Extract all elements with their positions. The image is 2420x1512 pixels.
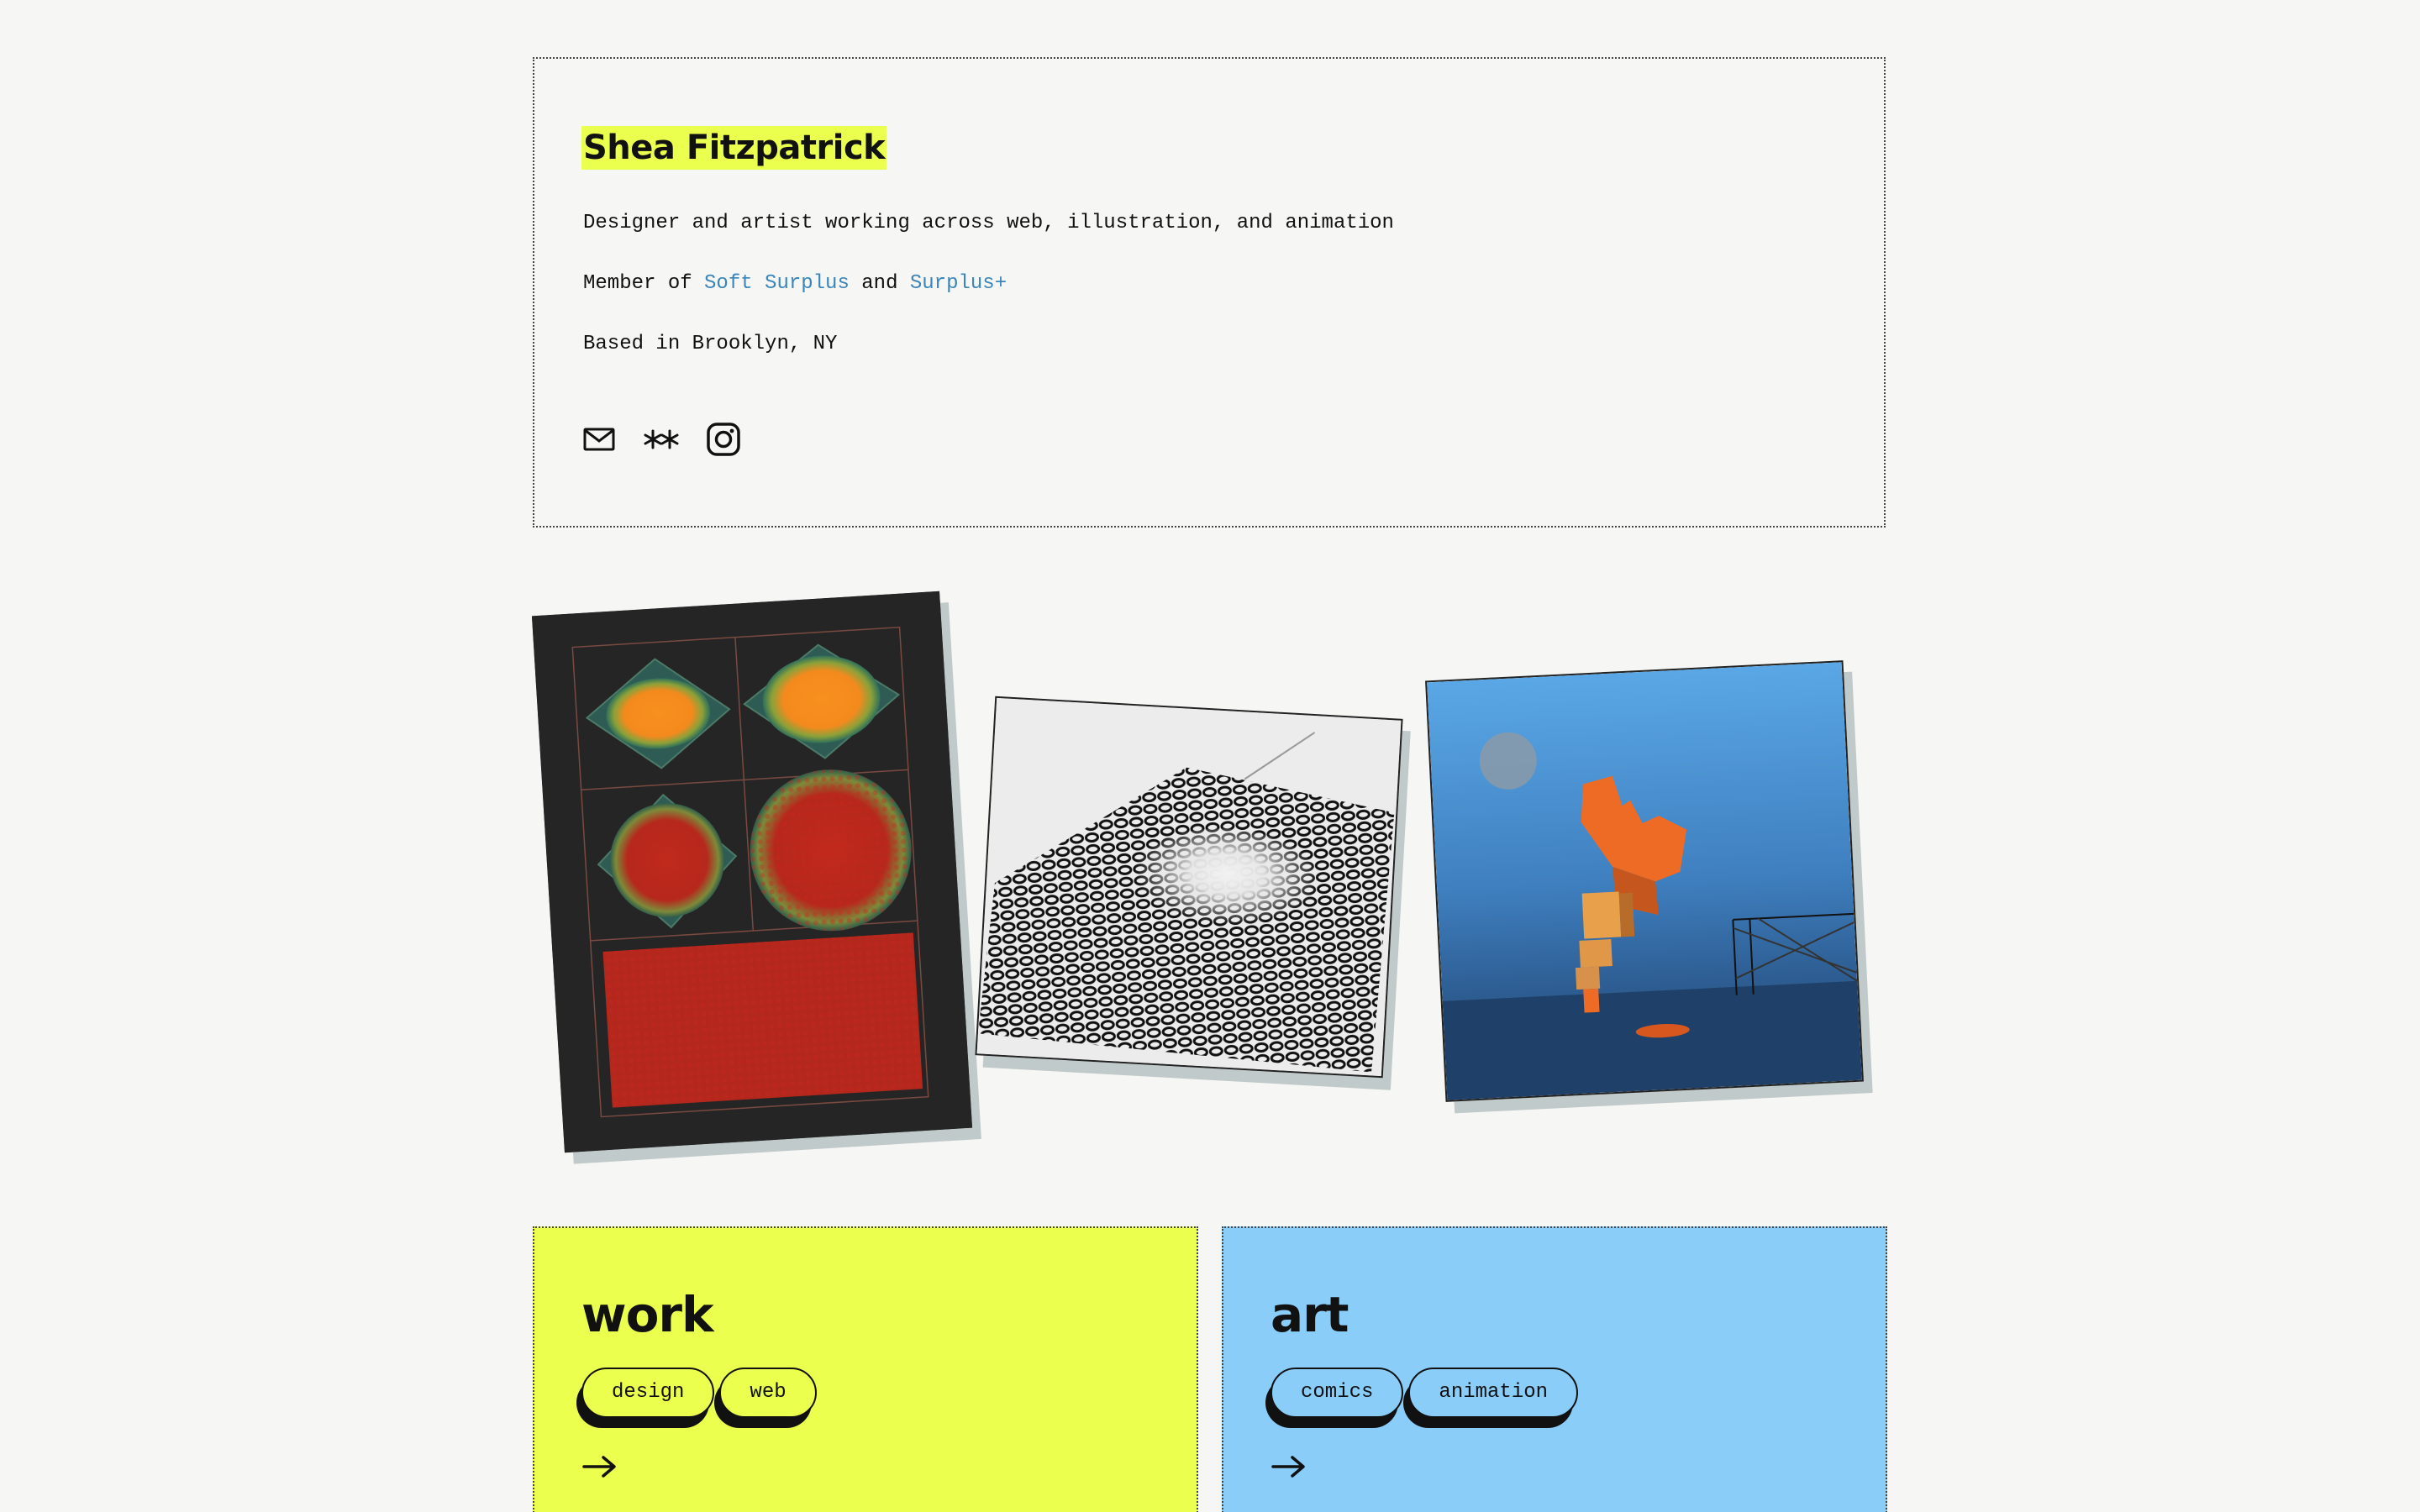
black-white-mesh-render-image[interactable] [975,696,1403,1079]
art-tags: comics animation [1270,1368,1579,1418]
soft-surplus-link[interactable]: Soft Surplus [704,272,850,295]
mail-icon[interactable] [581,422,617,457]
work-title: work [581,1286,714,1343]
tag-design[interactable]: design [581,1368,715,1418]
instagram-icon[interactable] [706,422,741,457]
tag-comics[interactable]: comics [1270,1368,1404,1418]
membership-line: Member of Soft Surplus and Surplus+ [583,270,1007,297]
asterisks-icon[interactable] [644,422,679,457]
art-title: art [1270,1286,1349,1343]
membership-prefix: Member of [583,272,705,295]
art-section-card[interactable]: art comics animation [1222,1226,1887,1512]
location: Based in Brooklyn, NY [583,333,838,355]
tagline: Designer and artist working across web, … [583,212,1394,234]
membership-and: and [849,272,910,295]
orange-blocks-blue-sky-image[interactable] [1425,660,1864,1102]
tag-animation[interactable]: animation [1408,1368,1579,1418]
orange-red-halftone-grid-image[interactable] [531,591,973,1153]
intro-card: Shea Fitzpatrick Designer and artist wor… [533,57,1886,528]
work-section-card[interactable]: work design web [533,1226,1198,1512]
surplus-plus-link[interactable]: Surplus+ [910,272,1007,295]
arrow-right-icon[interactable] [1270,1453,1307,1480]
tag-web[interactable]: web [719,1368,817,1418]
arrow-right-icon[interactable] [581,1453,618,1480]
social-links [581,422,741,457]
site-owner-name: Shea Fitzpatrick [581,126,887,170]
work-tags: design web [581,1368,817,1418]
artwork-gallery [531,580,1886,1168]
